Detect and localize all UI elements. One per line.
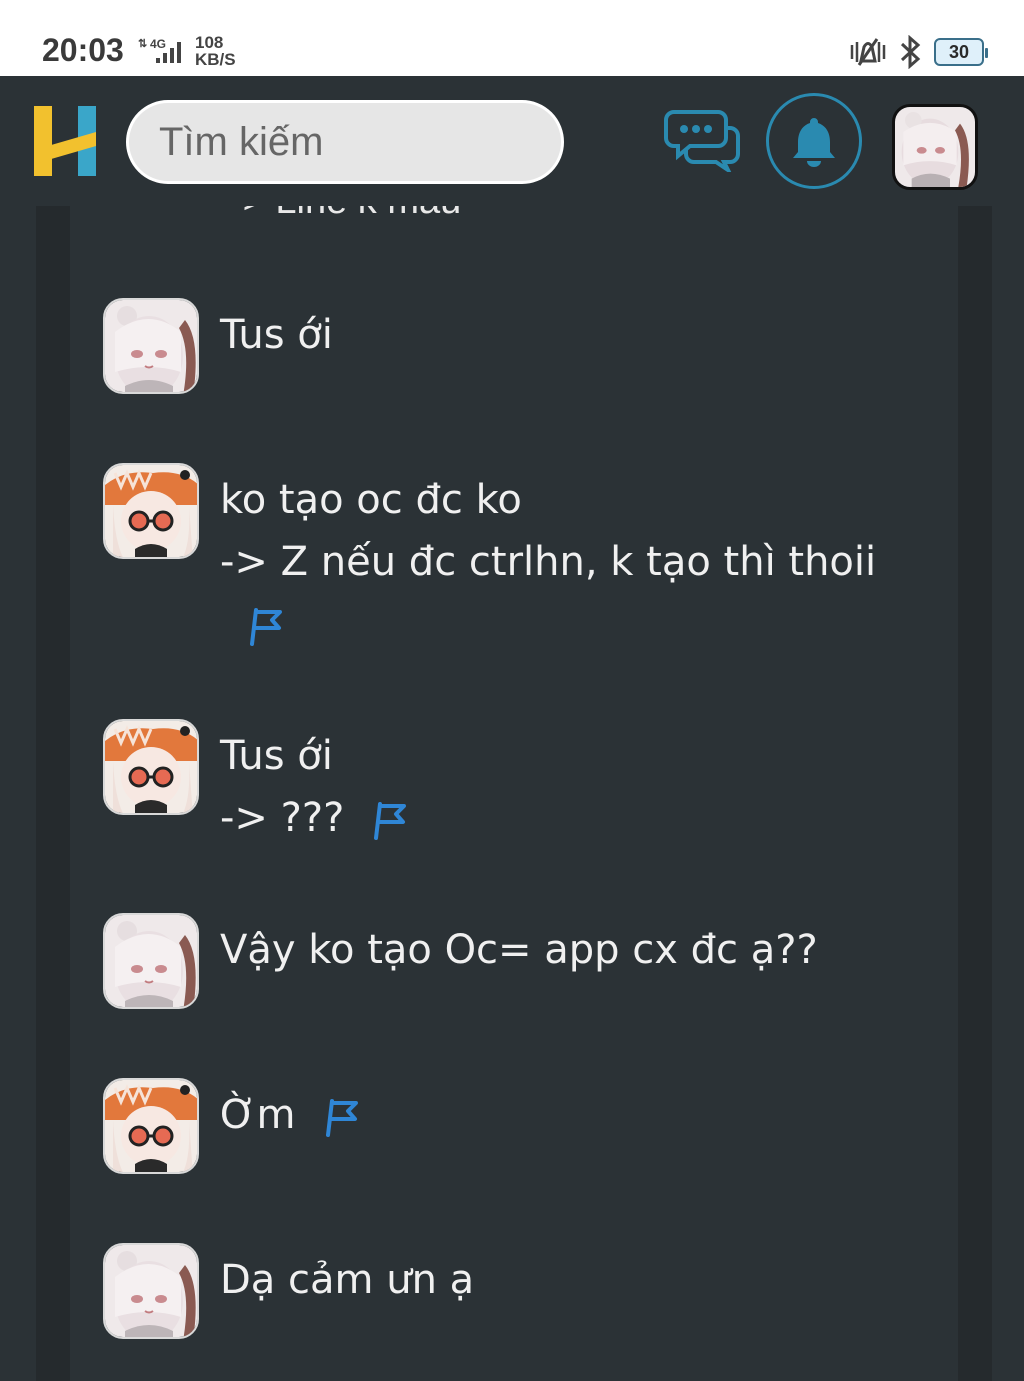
commenter-avatar[interactable] [103, 719, 199, 815]
comment-line: Ờm [220, 1092, 296, 1138]
svg-text:⇅: ⇅ [138, 38, 147, 50]
user-avatar-button[interactable] [892, 104, 978, 190]
flag-icon[interactable] [248, 606, 284, 646]
bell-icon [793, 118, 835, 167]
comment-text: Dạ cảm ưn ạ [220, 1249, 920, 1311]
chat-icon[interactable] [664, 110, 740, 172]
vibrate-mute-icon [850, 38, 886, 66]
status-bar: 20:03 ⇅ 4G 108 KB/S 30 [0, 0, 1024, 76]
bluetooth-icon [900, 35, 921, 69]
cut-off-comment-text: -> Line k màu [230, 206, 461, 223]
comment-line: ko tạo oc đc ko [220, 477, 522, 523]
avatar [895, 107, 975, 187]
comment-text: Ờm [220, 1084, 920, 1146]
network-speed: 108 KB/S [195, 33, 236, 69]
cellular-signal-icon: ⇅ 4G [138, 37, 181, 63]
flag-icon[interactable] [372, 800, 408, 840]
comment-line: Vậy ko tạo Oc= app cx đc ạ?? [220, 927, 818, 973]
search-bar[interactable] [126, 100, 674, 184]
comment-line: -> Z nếu đc ctrlhn, k tạo thì thoii [220, 539, 877, 585]
hoc24-logo[interactable] [30, 102, 100, 178]
comment-line: Tus ới [220, 733, 333, 779]
comment-line: Dạ cảm ưn ạ [220, 1257, 475, 1303]
comment-text: ko tạo oc đc ko -> Z nếu đc ctrlhn, k tạo… [220, 469, 920, 655]
svg-text:4G: 4G [150, 37, 166, 51]
comment-text: Tus ới -> ??? [220, 725, 920, 849]
app-header [0, 76, 1024, 206]
status-right: 30 [848, 34, 988, 70]
commenter-avatar[interactable] [103, 463, 199, 559]
commenter-avatar[interactable] [103, 913, 199, 1009]
flag-icon[interactable] [324, 1097, 360, 1137]
commenter-avatar[interactable] [103, 298, 199, 394]
comment-thread[interactable]: -> Line k màu Tus ới ko tạo oc đc ko -> Z … [70, 206, 958, 1381]
battery-indicator: 30 [934, 38, 988, 66]
commenter-avatar[interactable] [103, 1243, 199, 1339]
comment-text: Vậy ko tạo Oc= app cx đc ạ?? [220, 919, 920, 981]
notification-button[interactable] [766, 93, 862, 189]
status-time: 20:03 [42, 32, 124, 68]
comment-line: Tus ới [220, 312, 333, 358]
search-input[interactable] [159, 119, 674, 165]
comment-text: Tus ới [220, 304, 920, 366]
comment-line: -> ??? [220, 795, 345, 841]
commenter-avatar[interactable] [103, 1078, 199, 1174]
